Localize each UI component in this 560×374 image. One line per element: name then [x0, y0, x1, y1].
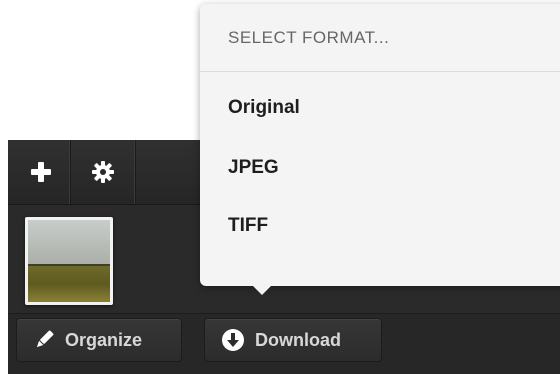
app-screen: Organize Download SELECT FORMAT... Origi… — [0, 0, 560, 374]
bottom-action-bar: Organize Download — [8, 313, 560, 374]
download-label: Download — [255, 329, 341, 350]
landscape-photo — [28, 220, 110, 302]
plus-icon — [31, 162, 51, 182]
format-option-jpeg[interactable]: JPEG — [200, 140, 560, 196]
download-circle-icon — [222, 329, 244, 351]
pencil-icon — [36, 330, 54, 348]
format-option-original[interactable]: Original — [200, 80, 560, 136]
organize-button[interactable]: Organize — [16, 318, 182, 362]
gear-icon — [92, 161, 114, 183]
download-button[interactable]: Download — [204, 318, 382, 362]
organize-label: Organize — [65, 329, 143, 350]
format-dropdown-menu: SELECT FORMAT... Original JPEG TIFF — [200, 4, 560, 295]
settings-button[interactable] — [71, 140, 136, 204]
dropdown-header: SELECT FORMAT... — [200, 4, 560, 72]
format-option-tiff[interactable]: TIFF — [200, 198, 560, 254]
photo-thumbnail[interactable] — [25, 217, 113, 305]
add-button[interactable] — [12, 140, 71, 204]
